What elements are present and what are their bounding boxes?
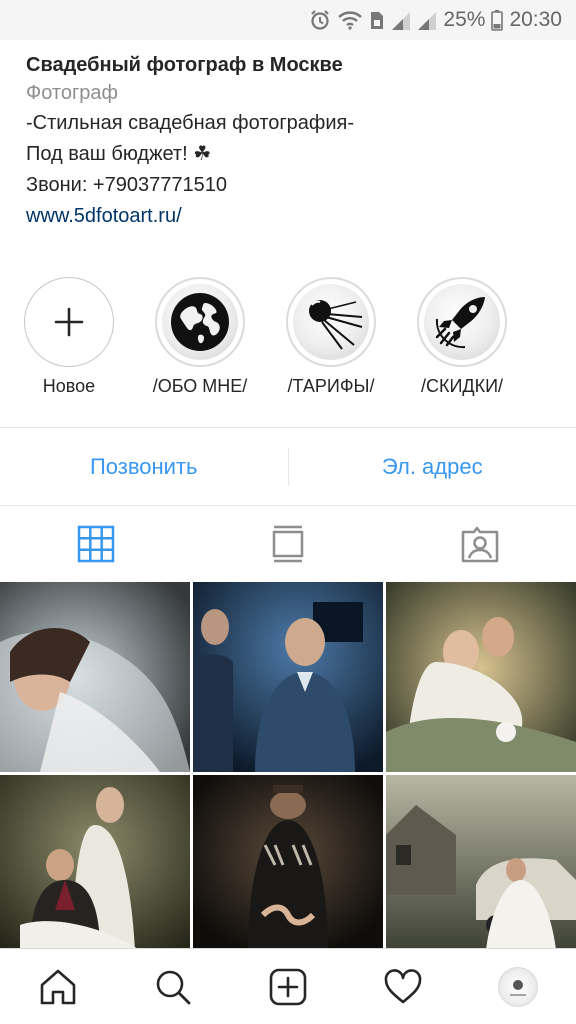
tab-grid[interactable] [0, 506, 192, 582]
bio-line[interactable]: Звони: +79037771510 [26, 170, 556, 201]
new-post-icon [269, 968, 307, 1005]
post-thumbnail[interactable] [0, 582, 190, 772]
highlight-cover[interactable] [286, 277, 376, 367]
highlight-label: /ОБО МНЕ/ [152, 376, 248, 396]
nav-activity[interactable] [346, 967, 461, 1007]
bottom-navigation [0, 948, 576, 1024]
clock: 20:30 [509, 8, 562, 31]
profile-avatar[interactable] [498, 966, 539, 1007]
tagged-icon [461, 526, 499, 563]
tab-tagged[interactable] [384, 506, 576, 582]
alarm-icon [311, 10, 330, 30]
photo-couple-dark [193, 775, 383, 950]
photo-groom-blue [193, 582, 383, 772]
highlight-discounts[interactable]: /СКИДКИ/ [407, 277, 517, 397]
nav-search[interactable] [115, 967, 230, 1007]
photo-couple-room [0, 775, 190, 950]
battery-percent: 25% [443, 8, 486, 31]
post-thumbnail[interactable] [386, 775, 576, 965]
status-bar: 25% 20:30 [0, 0, 576, 40]
signal-icon [392, 12, 411, 30]
search-icon [156, 970, 191, 1004]
profile-category: Фотограф [26, 82, 118, 104]
satellite-icon [309, 300, 363, 350]
photo-bride-veil [0, 582, 190, 772]
bio-line: -Стильная свадебная фотография- [26, 112, 355, 134]
website-link[interactable]: www.5dfotoart.ru/ [26, 201, 556, 231]
highlight-new[interactable]: Новое [14, 277, 124, 397]
highlight-cover[interactable] [155, 277, 245, 367]
highlight-label: Новое [42, 376, 96, 396]
nav-profile[interactable] [461, 966, 576, 1007]
photo-couple-car [386, 775, 576, 950]
contact-actions: Позвонить Эл. адрес [0, 428, 576, 506]
photo-couple-embrace [386, 582, 576, 772]
status-icons: 25% 20:30 [309, 6, 562, 34]
highlight-cover[interactable] [417, 277, 507, 367]
battery-icon [491, 10, 504, 31]
post-thumbnail[interactable] [193, 775, 383, 965]
tab-feed[interactable] [192, 506, 384, 582]
highlight-label: /ТАРИФЫ/ [287, 376, 375, 396]
nav-home[interactable] [0, 967, 115, 1007]
highlight-label: /СКИДКИ/ [420, 376, 504, 396]
feed-icon [272, 525, 304, 563]
activity-icon [384, 968, 422, 1003]
plus-icon [54, 307, 84, 337]
post-thumbnail[interactable] [0, 775, 190, 965]
signal-icon [418, 12, 437, 30]
profile-bio: Свадебный фотограф в Москве Фотограф -Ст… [26, 52, 556, 231]
posts-grid [0, 582, 576, 950]
bio-line: Под ваш бюджет! ☘ [26, 143, 212, 165]
post-thumbnail[interactable] [386, 582, 576, 772]
call-button[interactable]: Позвонить [0, 454, 288, 480]
grid-icon [77, 525, 115, 563]
sim-icon [371, 12, 384, 29]
avatar-logo-icon [510, 979, 527, 996]
home-icon [40, 969, 75, 1004]
profile-name: Свадебный фотограф в Москве [26, 54, 343, 76]
wifi-icon [338, 11, 363, 30]
nav-new-post[interactable] [230, 967, 345, 1007]
post-thumbnail[interactable] [193, 582, 383, 772]
new-highlight-circle[interactable] [24, 277, 114, 367]
highlight-tariffs[interactable]: /ТАРИФЫ/ [276, 277, 386, 397]
email-button[interactable]: Эл. адрес [289, 454, 576, 480]
story-highlights: Новое /ОБО МНЕ/ /ТАРИФЫ/ /СКИДКИ/ [0, 277, 576, 407]
rocket-icon [435, 297, 485, 349]
globe-icon [171, 293, 229, 351]
profile-tabs [0, 506, 576, 582]
highlight-about[interactable]: /ОБО МНЕ/ [145, 277, 255, 397]
